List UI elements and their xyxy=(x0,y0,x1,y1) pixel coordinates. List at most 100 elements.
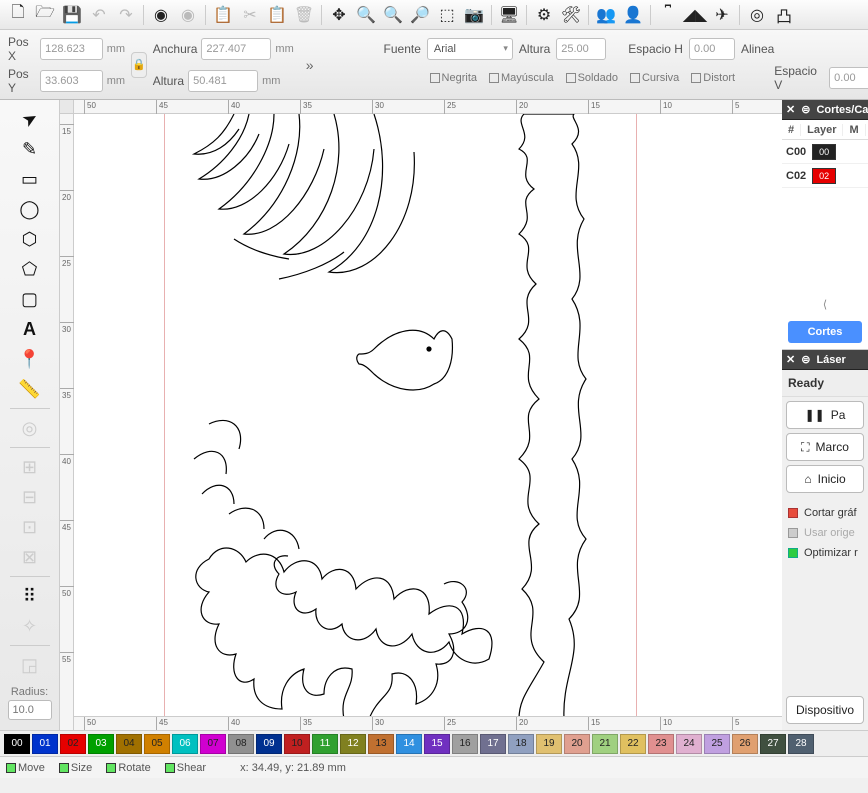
color-swatch-26[interactable]: 26 xyxy=(732,734,758,754)
cortes-button[interactable]: Cortes xyxy=(788,321,862,343)
grid-tool[interactable]: ⠿ xyxy=(15,583,45,609)
color-swatch-00[interactable]: 00 xyxy=(4,734,30,754)
paste-icon[interactable]: 📋 xyxy=(265,3,289,27)
polygon-tool[interactable]: ⬡ xyxy=(15,226,45,252)
pin-icon[interactable]: ⊜ xyxy=(801,103,810,116)
ellipse-tool[interactable]: ◯ xyxy=(15,196,45,222)
font-check-cursiva[interactable]: Cursiva xyxy=(630,72,679,84)
laser-option[interactable]: Optimizar r xyxy=(782,543,868,563)
corner-tool[interactable]: ◲ xyxy=(15,652,45,678)
color-swatch-16[interactable]: 16 xyxy=(452,734,478,754)
pencil-tool[interactable]: ✎ xyxy=(15,136,45,162)
lock-aspect-icon[interactable]: 🔒 xyxy=(131,52,147,78)
close-icon[interactable]: ✕ xyxy=(786,103,795,116)
align-top2-icon[interactable]: 凸 xyxy=(772,3,796,27)
laser-option[interactable]: Usar orige xyxy=(782,523,868,543)
espaciov-input[interactable]: 0.00 xyxy=(829,67,868,89)
cuts-panel-header[interactable]: ✕ ⊜ Cortes/Ca xyxy=(782,100,868,120)
color-swatch-22[interactable]: 22 xyxy=(620,734,646,754)
select-rect-icon[interactable]: ⬚ xyxy=(435,3,459,27)
open-folder-icon[interactable]: 🗁 xyxy=(33,3,57,27)
laser-panel-header[interactable]: ✕ ⊜ Láser xyxy=(782,350,868,370)
font-check-soldado[interactable]: Soldado xyxy=(566,72,618,84)
layer-row[interactable]: C0000 xyxy=(782,140,868,164)
flip-h-icon[interactable]: ◢◣ xyxy=(683,3,707,27)
bool2-tool[interactable]: ⊟ xyxy=(15,484,45,510)
ruler-tool[interactable]: 📏 xyxy=(15,376,45,402)
copy-icon[interactable]: 📋 xyxy=(211,3,235,27)
close-icon[interactable]: ✕ xyxy=(786,353,795,366)
color-swatch-01[interactable]: 01 xyxy=(32,734,58,754)
color-swatch-11[interactable]: 11 xyxy=(312,734,338,754)
text-tool[interactable]: A xyxy=(15,316,45,342)
color-swatch-25[interactable]: 25 xyxy=(704,734,730,754)
posy-input[interactable]: 33.603 xyxy=(40,70,103,92)
offset-tool[interactable]: ◎ xyxy=(15,415,45,441)
gear-icon[interactable]: ⚙ xyxy=(532,3,556,27)
group-icon[interactable]: 👥 xyxy=(594,3,618,27)
redo2-icon[interactable]: ◉ xyxy=(176,3,200,27)
save-icon[interactable]: 💾 xyxy=(60,3,84,27)
font-check-negrita[interactable]: Negrita xyxy=(430,72,477,84)
font-height-input[interactable]: 25.00 xyxy=(556,38,606,60)
more-arrow-icon[interactable]: » xyxy=(306,57,314,73)
font-check-mayúscula[interactable]: Mayúscula xyxy=(489,72,554,84)
laser-option[interactable]: Cortar gráf xyxy=(782,503,868,523)
redo-icon[interactable]: ↷ xyxy=(114,3,138,27)
color-swatch-10[interactable]: 10 xyxy=(284,734,310,754)
design-canvas[interactable] xyxy=(74,114,782,730)
radius-input[interactable] xyxy=(8,700,52,720)
color-swatch-21[interactable]: 21 xyxy=(592,734,618,754)
pin-tool[interactable]: 📍 xyxy=(15,346,45,372)
new-file-icon[interactable]: 🗋 xyxy=(6,3,30,27)
color-swatch-06[interactable]: 06 xyxy=(172,734,198,754)
ungroup-icon[interactable]: 👤 xyxy=(621,3,645,27)
zoom-fit-icon[interactable]: 🔍 xyxy=(354,3,378,27)
color-swatch-17[interactable]: 17 xyxy=(480,734,506,754)
camera-icon[interactable]: 📷 xyxy=(462,3,486,27)
posx-input[interactable]: 128.623 xyxy=(40,38,103,60)
color-swatch-23[interactable]: 23 xyxy=(648,734,674,754)
monitor-icon[interactable]: 🖥 xyxy=(497,3,521,27)
color-swatch-13[interactable]: 13 xyxy=(368,734,394,754)
path-tool[interactable]: ⬠ xyxy=(15,256,45,282)
width-input[interactable]: 227.407 xyxy=(201,38,271,60)
color-swatch-04[interactable]: 04 xyxy=(116,734,142,754)
espacioh-input[interactable]: 0.00 xyxy=(689,38,735,60)
round-rect-tool[interactable]: ▢ xyxy=(15,286,45,312)
cut-icon[interactable]: ✂ xyxy=(238,3,262,27)
wrench-icon[interactable]: 🛠 xyxy=(559,3,583,27)
send-icon[interactable]: ✈ xyxy=(710,3,734,27)
undo2-icon[interactable]: ◉ xyxy=(149,3,173,27)
pointer-tool[interactable]: ➤ xyxy=(10,100,49,138)
align-top-icon[interactable]: ⎴ xyxy=(656,3,680,27)
target-icon[interactable]: ◎ xyxy=(745,3,769,27)
color-swatch-19[interactable]: 19 xyxy=(536,734,562,754)
color-swatch-28[interactable]: 28 xyxy=(788,734,814,754)
color-swatch-15[interactable]: 15 xyxy=(424,734,450,754)
font-check-distort[interactable]: Distort xyxy=(691,72,735,84)
color-swatch-03[interactable]: 03 xyxy=(88,734,114,754)
zoom-out-icon[interactable]: 🔎 xyxy=(408,3,432,27)
inicio-button[interactable]: ⌂ Inicio xyxy=(786,465,864,493)
bool3-tool[interactable]: ⊡ xyxy=(15,514,45,540)
color-swatch-12[interactable]: 12 xyxy=(340,734,366,754)
color-swatch-27[interactable]: 27 xyxy=(760,734,786,754)
marco-button[interactable]: ⛶ Marco xyxy=(786,433,864,461)
bool1-tool[interactable]: ⊞ xyxy=(15,454,45,480)
color-swatch-07[interactable]: 07 xyxy=(200,734,226,754)
color-swatch-24[interactable]: 24 xyxy=(676,734,702,754)
bool4-tool[interactable]: ⊠ xyxy=(15,544,45,570)
color-swatch-20[interactable]: 20 xyxy=(564,734,590,754)
move-icon[interactable]: ✥ xyxy=(327,3,351,27)
height-input[interactable]: 50.481 xyxy=(188,70,258,92)
font-select[interactable]: Arial xyxy=(427,38,513,60)
delete-icon[interactable]: 🗑 xyxy=(292,3,316,27)
color-swatch-02[interactable]: 02 xyxy=(60,734,86,754)
undo-icon[interactable]: ↶ xyxy=(87,3,111,27)
color-swatch-09[interactable]: 09 xyxy=(256,734,282,754)
chevron-icon[interactable]: ⟨ xyxy=(782,294,868,315)
pin-icon[interactable]: ⊜ xyxy=(801,353,810,366)
color-swatch-05[interactable]: 05 xyxy=(144,734,170,754)
pause-button[interactable]: ❚❚ Pa xyxy=(786,401,864,429)
